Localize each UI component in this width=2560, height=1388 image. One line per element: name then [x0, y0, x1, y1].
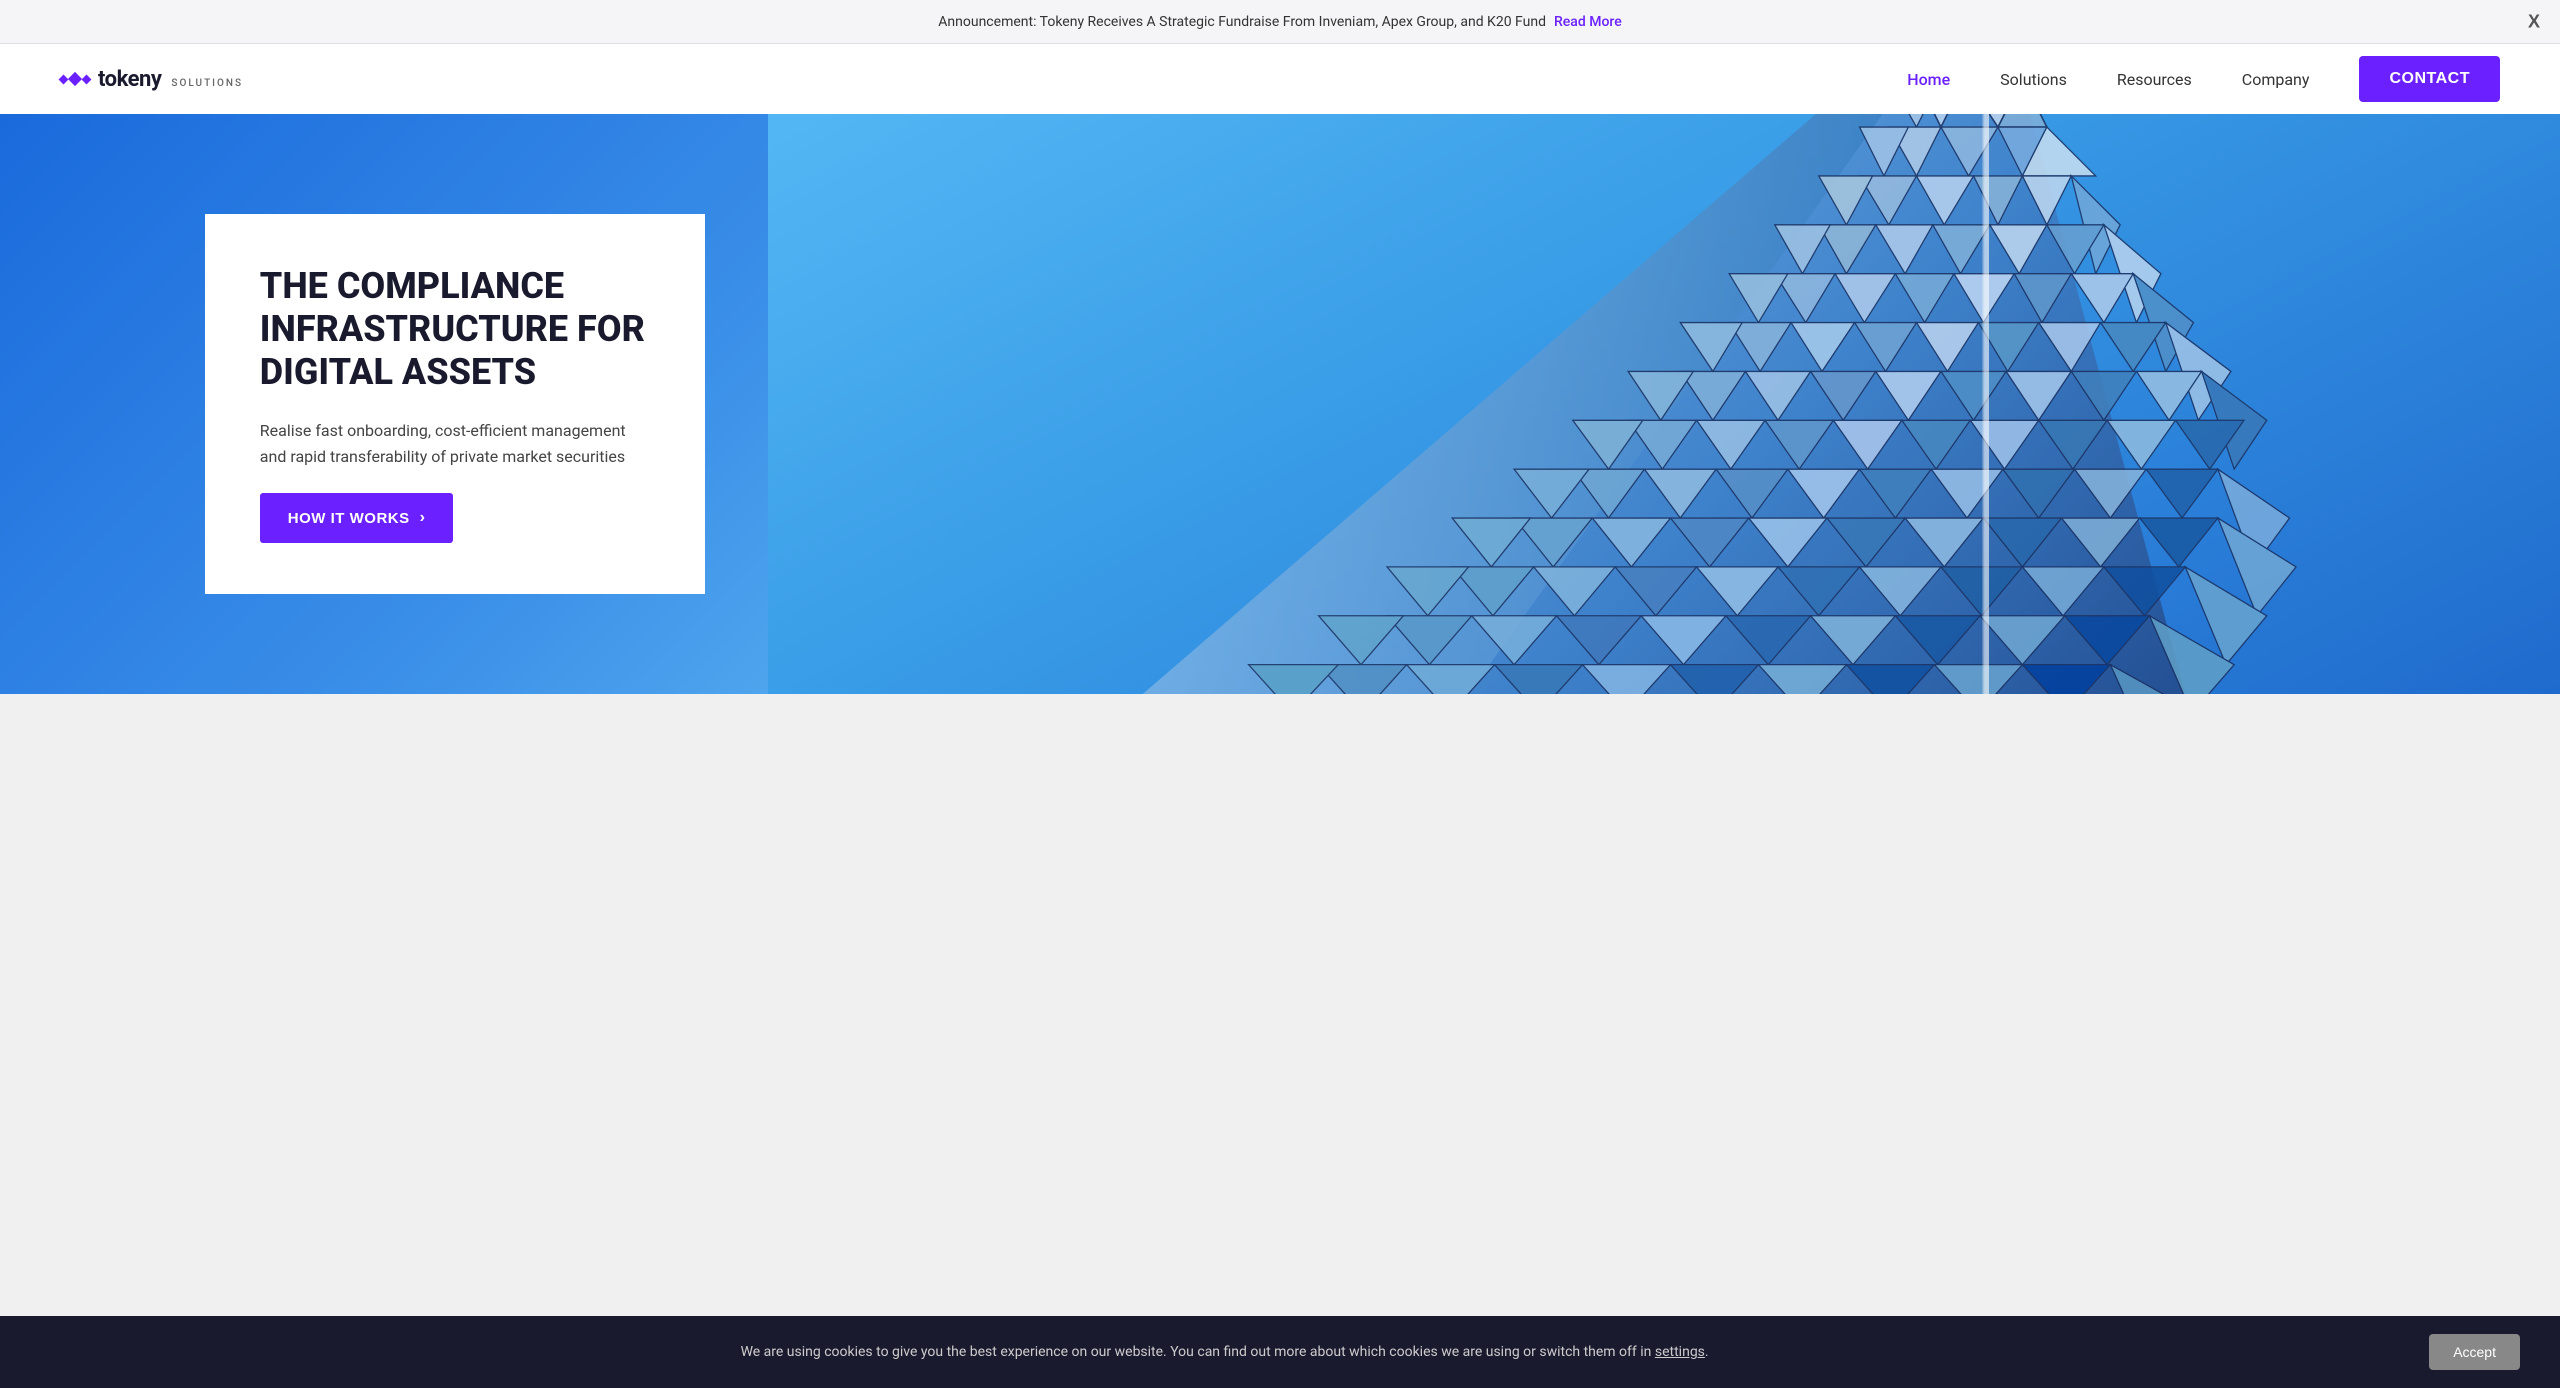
- nav-resources[interactable]: Resources: [2117, 70, 2192, 89]
- cookie-text: We are using cookies to give you the bes…: [40, 1344, 2409, 1360]
- close-button[interactable]: X: [2528, 11, 2540, 32]
- hero-subtitle: Realise fast onboarding, cost-efficient …: [260, 418, 650, 469]
- logo-text: tokeny: [98, 67, 161, 92]
- cookie-settings-link[interactable]: settings: [1655, 1344, 1705, 1360]
- nav-links: Home Solutions Resources Company CONTACT: [1907, 56, 2500, 102]
- logo-diamond-3: [82, 74, 92, 84]
- navbar: tokeny SOLUTIONS Home Solutions Resources…: [0, 44, 2560, 114]
- bottom-section: [0, 694, 2560, 774]
- contact-button[interactable]: CONTACT: [2359, 56, 2500, 102]
- nav-company[interactable]: Company: [2242, 70, 2310, 89]
- cookie-period: .: [1705, 1344, 1709, 1360]
- logo-subtext: SOLUTIONS: [171, 78, 243, 89]
- logo-icon: [60, 74, 90, 84]
- accept-cookies-button[interactable]: Accept: [2429, 1334, 2520, 1370]
- hero-background-image: [768, 114, 2560, 694]
- logo-diamond-2: [68, 72, 82, 86]
- announcement-link[interactable]: Read More: [1554, 14, 1622, 30]
- nav-home[interactable]: Home: [1907, 70, 1950, 89]
- nav-solutions[interactable]: Solutions: [2000, 70, 2067, 89]
- hero-section: THE COMPLIANCE INFRASTRUCTURE FOR DIGITA…: [0, 114, 2560, 694]
- cookie-message: We are using cookies to give you the bes…: [741, 1344, 1652, 1360]
- cookie-banner: We are using cookies to give you the bes…: [0, 1316, 2560, 1388]
- how-it-works-label: HOW IT WORKS: [288, 510, 410, 527]
- logo[interactable]: tokeny SOLUTIONS: [60, 67, 243, 92]
- announcement-text: Announcement: Tokeny Receives A Strategi…: [938, 14, 1546, 30]
- hero-card: THE COMPLIANCE INFRASTRUCTURE FOR DIGITA…: [205, 214, 705, 594]
- arrow-icon: ›: [420, 509, 426, 527]
- how-it-works-button[interactable]: HOW IT WORKS ›: [260, 493, 454, 543]
- hero-title: THE COMPLIANCE INFRASTRUCTURE FOR DIGITA…: [260, 265, 650, 395]
- announcement-bar: Announcement: Tokeny Receives A Strategi…: [0, 0, 2560, 44]
